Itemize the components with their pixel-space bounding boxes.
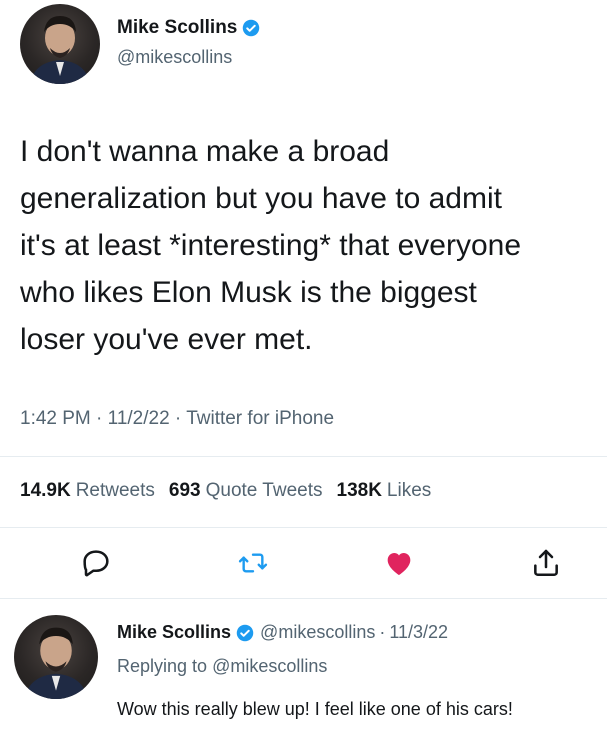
- likes-count: 138K: [336, 480, 382, 501]
- likes-stat[interactable]: 138K Likes: [337, 480, 432, 502]
- likes-label: Likes: [386, 480, 432, 501]
- reply-button[interactable]: [80, 547, 112, 579]
- author-display-name[interactable]: Mike Scollins: [117, 17, 237, 39]
- tweet-text-line: it's at least *interesting* that everyon…: [20, 229, 522, 262]
- author-name-row[interactable]: Mike Scollins: [117, 17, 260, 39]
- share-button[interactable]: [530, 547, 562, 579]
- author-handle[interactable]: @mikescollins: [117, 47, 232, 68]
- quote-tweets-stat[interactable]: 693 Quote Tweets: [169, 480, 323, 502]
- tweet-text-line: I don't wanna make a broad: [20, 135, 390, 168]
- tweet-text-line: who likes Elon Musk is the biggest: [20, 276, 477, 309]
- tweet-date[interactable]: 11/2/22: [108, 408, 170, 429]
- tweet-text: I don't wanna make a broad generalizatio…: [20, 128, 607, 363]
- quote-tweets-label: Quote Tweets: [205, 480, 323, 501]
- quote-tweets-count: 693: [168, 480, 201, 501]
- avatar[interactable]: [20, 4, 100, 84]
- tweet-time[interactable]: 1:42 PM: [20, 408, 91, 429]
- replying-to-handle[interactable]: @mikescollins: [212, 656, 327, 676]
- divider: [0, 598, 607, 599]
- retweet-icon: [238, 553, 268, 573]
- profile-photo: [24, 627, 88, 699]
- replying-to: Replying to @mikescollins: [117, 656, 327, 677]
- replying-to-prefix: Replying to: [117, 656, 208, 676]
- reply-text: Wow this really blew up! I feel like one…: [117, 699, 513, 719]
- divider: [0, 527, 607, 528]
- reply-author-display-name[interactable]: Mike Scollins: [117, 622, 231, 643]
- reply-header: Mike Scollins @mikescollins · 11/3/22: [117, 622, 449, 643]
- retweets-label: Retweets: [75, 480, 155, 501]
- verified-badge-icon: [236, 624, 254, 642]
- retweets-stat[interactable]: 14.9K Retweets: [20, 480, 155, 502]
- retweets-count: 14.9K: [20, 480, 71, 501]
- profile-photo: [30, 16, 90, 84]
- comment-icon: [83, 550, 109, 577]
- tweet-text-line: loser you've ever met.: [20, 323, 313, 356]
- reply-avatar[interactable]: [14, 615, 98, 699]
- tweet-stats: 14.9K Retweets 693 Quote Tweets 138K Likes: [20, 480, 445, 502]
- tweet-text-line: generalization but you have to admit: [20, 182, 502, 215]
- like-button[interactable]: [383, 547, 415, 579]
- tweet-meta: 1:42 PM · 11/2/22 · Twitter for iPhone: [20, 408, 335, 429]
- heart-icon: [387, 553, 411, 575]
- tweet-source[interactable]: Twitter for iPhone: [186, 408, 334, 429]
- retweet-button[interactable]: [237, 547, 269, 579]
- divider: [0, 456, 607, 457]
- reply-author-handle[interactable]: @mikescollins: [260, 622, 375, 643]
- share-icon: [534, 549, 558, 576]
- verified-badge-icon: [242, 19, 260, 37]
- reply-date[interactable]: 11/3/22: [389, 622, 448, 643]
